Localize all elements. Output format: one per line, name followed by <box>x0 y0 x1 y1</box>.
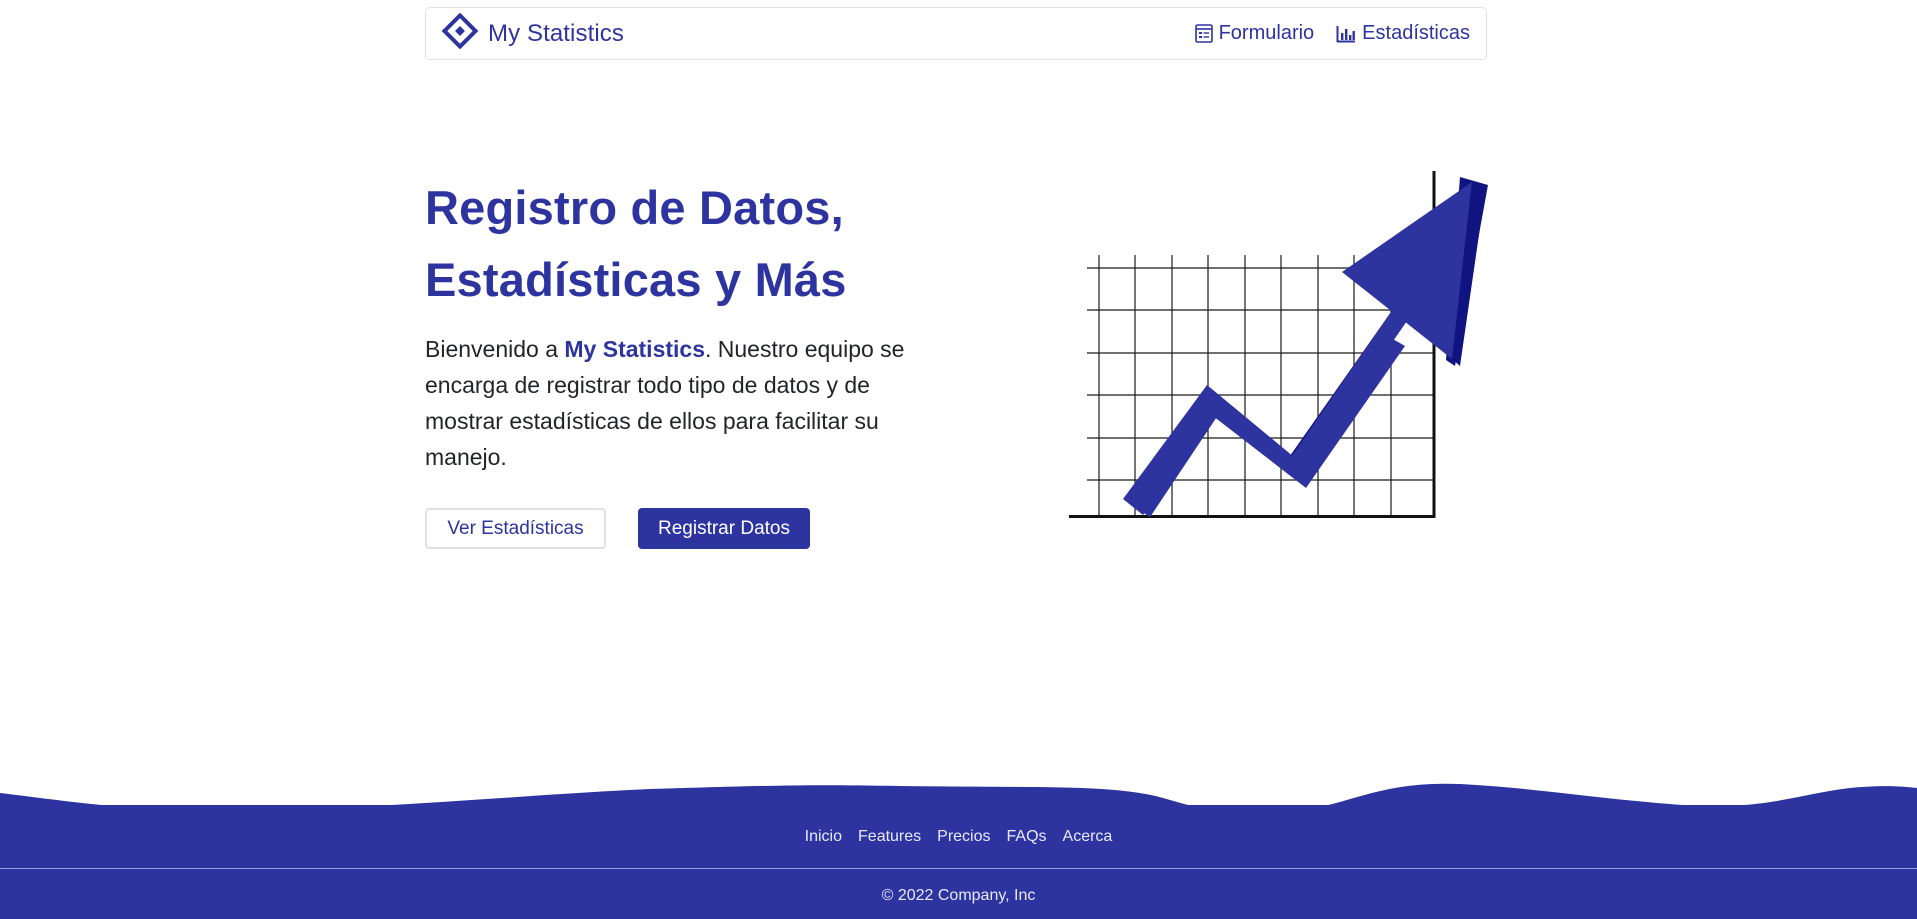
trend-arrow-chart-icon <box>1068 170 1498 525</box>
hero-text-prefix: Bienvenido a <box>425 336 565 362</box>
nav-item-label: Estadísticas <box>1362 22 1470 44</box>
footer-link-inicio[interactable]: Inicio <box>805 828 842 846</box>
nav-links: Formulario Estadísticas <box>1194 22 1470 45</box>
diamond-logo-icon <box>441 12 479 54</box>
nav-item-estadisticas[interactable]: Estadísticas <box>1336 22 1470 45</box>
hero-text-brand: My Statistics <box>564 336 705 362</box>
form-icon <box>1194 24 1213 43</box>
hero-description: Bienvenido a My Statistics. Nuestro equi… <box>425 331 945 475</box>
footer-link-acerca[interactable]: Acerca <box>1063 828 1113 846</box>
footer-links: Inicio Features Precios FAQs Acerca <box>0 828 1917 846</box>
hero-title-line-2: Estadísticas y Más <box>425 253 847 306</box>
footer-link-precios[interactable]: Precios <box>937 828 990 846</box>
brand-name: My Statistics <box>488 19 624 47</box>
footer: Inicio Features Precios FAQs Acerca © 20… <box>0 805 1917 919</box>
landing-page: My Statistics Formulario Estadísticas Re… <box>0 0 1917 919</box>
copyright-text: © 2022 Company, Inc <box>881 887 1036 904</box>
ver-estadisticas-button[interactable]: Ver Estadísticas <box>425 508 606 549</box>
footer-link-features[interactable]: Features <box>858 828 921 846</box>
nav-item-formulario[interactable]: Formulario <box>1194 22 1315 45</box>
hero-title: Registro de Datos, Estadísticas y Más <box>425 172 847 316</box>
brand-link[interactable]: My Statistics <box>441 12 624 54</box>
nav-item-label: Formulario <box>1218 22 1315 44</box>
footer-link-faqs[interactable]: FAQs <box>1007 828 1047 846</box>
top-navbar: My Statistics Formulario Estadísticas <box>425 7 1487 60</box>
hero-title-line-1: Registro de Datos, <box>425 181 844 234</box>
bar-chart-icon <box>1336 25 1356 43</box>
footer-divider <box>0 868 1917 869</box>
registrar-datos-button[interactable]: Registrar Datos <box>638 508 810 549</box>
